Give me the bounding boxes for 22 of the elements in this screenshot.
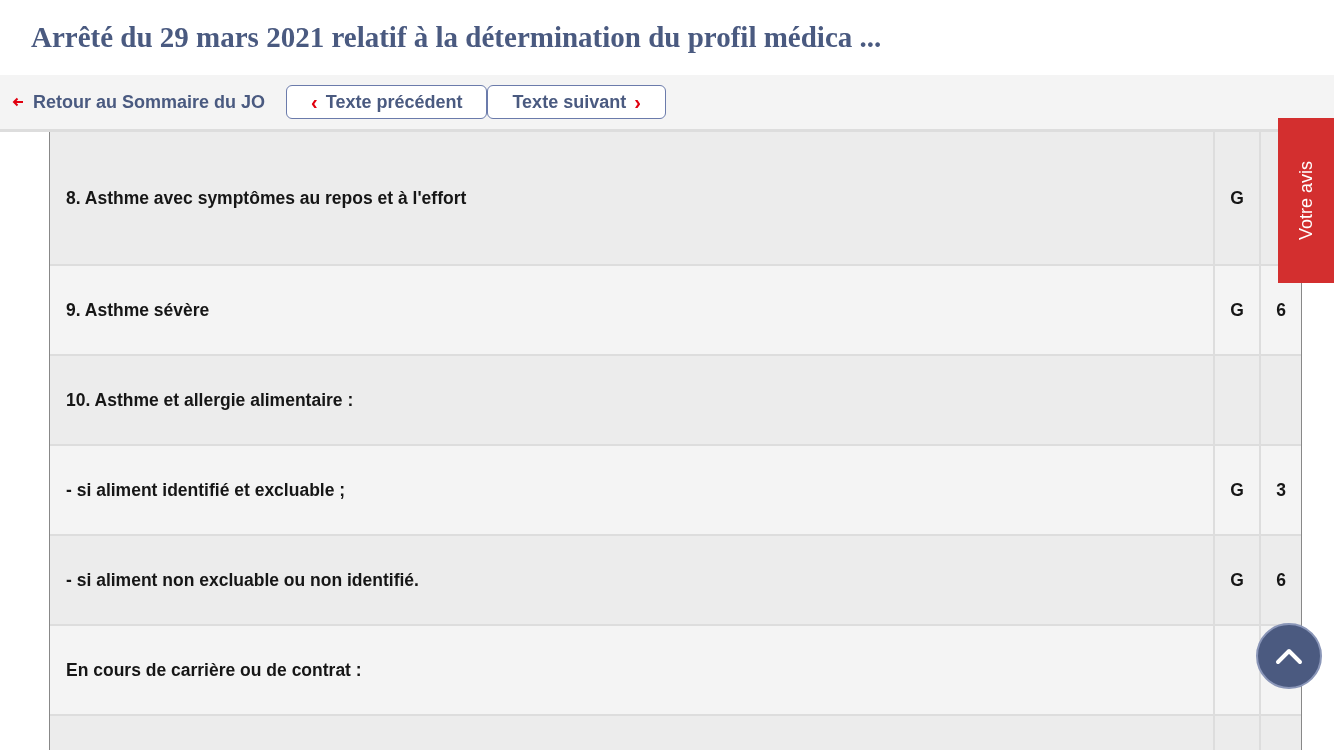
grade-cell: G xyxy=(1230,187,1244,209)
grade-cell: G xyxy=(1230,569,1244,591)
page-title: Arrêté du 29 mars 2021 relatif à la détermination du profil médica ... xyxy=(31,21,882,54)
feedback-tab[interactable]: Votre avis xyxy=(1278,118,1334,283)
chevron-left-icon: ‹ xyxy=(311,92,318,112)
chevron-right-icon: › xyxy=(634,92,641,112)
arrow-left-icon xyxy=(12,97,24,107)
coefficient-cell: 6 xyxy=(1276,299,1286,321)
row-label: - si aliment non excluable ou non identifié. xyxy=(66,569,419,591)
row-label: 9. Asthme sévère xyxy=(66,299,210,321)
row-label: En cours de carrière ou de contrat : xyxy=(66,659,362,681)
row-label: - si aliment identifié et excluable ; xyxy=(66,479,346,501)
previous-text-button[interactable]: ‹ Texte précédent xyxy=(286,85,488,119)
back-link[interactable]: Retour au Sommaire du JO xyxy=(12,91,266,113)
grade-cell: G xyxy=(1230,479,1244,501)
row-label: 8. Asthme avec symptômes au repos et à l'effort xyxy=(66,187,467,209)
grade-cell: G xyxy=(1230,299,1244,321)
coefficient-cell: 3 xyxy=(1276,479,1286,501)
next-text-button[interactable]: Texte suivant › xyxy=(487,85,666,119)
row-label: 10. Asthme et allergie alimentaire : xyxy=(66,389,354,411)
chevron-up-icon xyxy=(1275,647,1303,665)
coefficient-cell: 6 xyxy=(1276,569,1286,591)
